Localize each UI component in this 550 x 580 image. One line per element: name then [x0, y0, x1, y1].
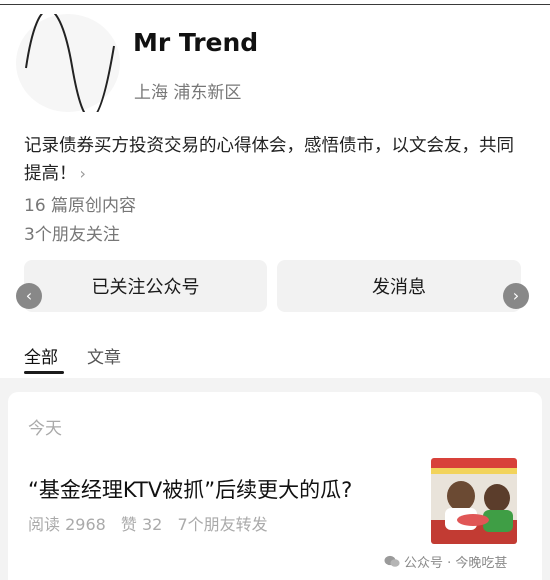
watermark-text: 公众号 · 今晚吃甚 [404, 556, 508, 571]
original-article-count[interactable]: 16 篇原创内容 [24, 191, 136, 216]
account-profile-page: Mr Trend 上海 浦东新区 记录债券买方投资交易的心得体会，感悟债市，以文… [0, 0, 550, 580]
feed-date-label: 今天 [28, 419, 62, 439]
read-count: 阅读 2968 [28, 515, 106, 534]
avatar[interactable] [16, 14, 120, 112]
send-message-button[interactable]: 发消息 [277, 260, 521, 312]
article-title[interactable]: “基金经理KTV被抓”后续更大的瓜? [28, 474, 352, 504]
chevron-right-icon[interactable]: › [503, 283, 529, 309]
account-name: Mr Trend [133, 28, 259, 57]
account-bio[interactable]: 记录债券买方投资交易的心得体会，感悟债市，以文会友，共同提高！ › [24, 133, 529, 188]
article-thumbnail[interactable] [431, 458, 517, 544]
friend-share-count: 7个朋友转发 [177, 515, 268, 534]
active-tab-indicator [24, 371, 64, 374]
chevron-right-icon: › [79, 164, 86, 183]
tab-all[interactable]: 全部 [24, 343, 58, 368]
chevron-left-icon[interactable]: ‹ [16, 283, 42, 309]
account-location: 上海 浦东新区 [134, 83, 242, 103]
tab-articles[interactable]: 文章 [87, 343, 121, 368]
watermark: 公众号 · 今晚吃甚 [384, 552, 507, 571]
wechat-icon [384, 555, 400, 567]
like-count: 赞 32 [120, 515, 163, 534]
bio-text: 记录债券买方投资交易的心得体会，感悟债市，以文会友，共同提高！ [24, 136, 514, 184]
followed-account-button[interactable]: 已关注公众号 [24, 260, 267, 312]
friends-following-count[interactable]: 3个朋友关注 [24, 220, 120, 245]
article-meta: 阅读 2968 赞 32 7个朋友转发 [28, 511, 268, 535]
sine-wave-icon [25, 14, 115, 112]
top-divider [0, 4, 550, 5]
article-thumbnail-image [431, 458, 517, 544]
